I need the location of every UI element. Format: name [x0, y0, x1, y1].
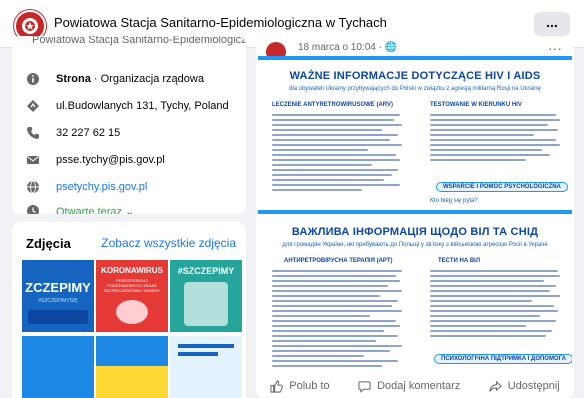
- photo-caption: KORONAWIRUS: [101, 266, 163, 275]
- category-row: Strona · Organizacja rządowa: [26, 70, 204, 88]
- intro-card: Powiatowa Stacja Sanitarno-Epidemiologic…: [12, 36, 246, 214]
- photos-title: Zdjęcia: [26, 236, 71, 251]
- poster-section-heading: ТЕСТИ НА ВІЛ: [438, 258, 481, 264]
- photo-caption: #SZCZEPIMY: [177, 266, 235, 276]
- photo-subcaption: PRZESTRZEGAJ PODSTAWOWYCH ZASAD BEZPIECZ…: [103, 278, 161, 293]
- photo-thumbnail[interactable]: KORONAWIRUS PRZESTRZEGAJ PODSTAWOWYCH ZA…: [96, 260, 168, 332]
- poster-section-ukrainian: ВАЖЛИВА ІНФОРМАЦІЯ ЩОДО ВІЛ ТА СНІД для …: [258, 210, 572, 374]
- phone-row[interactable]: 32 227 62 15: [26, 124, 120, 142]
- post-actions-bar: Polub to Dodaj komentarz Udostępnij: [256, 374, 574, 398]
- see-all-photos-link[interactable]: Zobacz wszystkie zdjęcia: [101, 236, 236, 250]
- more-options-button[interactable]: ...: [534, 12, 570, 36]
- photo-thumbnail[interactable]: [22, 336, 94, 398]
- poster-subtitle-pl: dla obywateli Ukrainy przybywających do …: [289, 86, 541, 92]
- thumbs-up-icon: [270, 379, 284, 393]
- comment-label: Dodaj komentarz: [377, 380, 461, 392]
- poster-section-heading: LECZENIE ANTYRETROWIRUSOWE (ARV): [272, 102, 393, 108]
- photo-thumbnail[interactable]: ZCZEPIMY #SZCZEPIMYSIĘ: [22, 260, 94, 332]
- poster-paragraph: [272, 270, 404, 370]
- info-icon: [26, 72, 40, 86]
- photos-card: Zdjęcia Zobacz wszystkie zdjęcia ZCZEPIM…: [12, 222, 246, 398]
- photo-decoration: [28, 310, 88, 324]
- post-timestamp[interactable]: 18 marca o 10:04 · 🌐: [298, 42, 397, 53]
- emblem-icon: [22, 18, 38, 34]
- website-link[interactable]: psetychy.pis.gov.pl: [56, 181, 147, 193]
- share-label: Udostępnij: [507, 380, 560, 392]
- poster-support-pill: WSPARCIE I POMOC PSYCHOLOGICZNA: [436, 182, 568, 192]
- email-icon: [26, 153, 40, 167]
- photo-thumbnail[interactable]: #SZCZEPIMY: [170, 260, 242, 332]
- phone-text[interactable]: 32 227 62 15: [56, 127, 120, 139]
- poster-title-pl: WAŻNE INFORMACJE DOTYCZĄCE HIV I AIDS: [289, 70, 541, 82]
- category-label: Strona: [56, 73, 91, 85]
- post-options-button[interactable]: ···: [548, 40, 562, 56]
- address-text[interactable]: ul.Budowlanych 131, Tychy, Poland: [56, 100, 229, 112]
- like-button[interactable]: Polub to: [270, 379, 330, 393]
- poster-section-heading: АНТИРЕТРОВІРУСНА ТЕРАПІЯ (АРТ): [284, 258, 393, 264]
- hours-status[interactable]: Otwarte teraz ⌄: [56, 205, 134, 215]
- poster-small-text: Kto bieg się pyta?: [430, 198, 478, 204]
- email-text[interactable]: psse.tychy@pis.gov.pl: [56, 154, 165, 166]
- poster-support-pill: ПСИХОЛОГІЧНА ПІДТРИМКА І ДОПОМОГА: [434, 354, 572, 364]
- photo-thumbnail[interactable]: [96, 336, 168, 398]
- photo-subcaption: #SZCZEPIMYSIĘ: [38, 298, 78, 304]
- globe-icon: [26, 180, 40, 194]
- phone-icon: [26, 126, 40, 140]
- photo-decoration: [178, 344, 234, 348]
- website-row[interactable]: psetychy.pis.gov.pl: [26, 178, 147, 196]
- photo-thumbnail[interactable]: [170, 336, 242, 398]
- poster-subtitle-ua: для громадян України, які прибувають до …: [282, 242, 548, 248]
- poster-paragraph: [272, 114, 404, 194]
- poster-title-ua: ВАЖЛИВА ІНФОРМАЦІЯ ЩОДО ВІЛ ТА СНІД: [291, 226, 539, 238]
- poster-paragraph: [430, 270, 562, 340]
- post-card: 18 marca o 10:04 · 🌐 ··· WAŻNE INFORMACJ…: [256, 36, 574, 398]
- poster-section-polish: WAŻNE INFORMACJE DOTYCZĄCE HIV I AIDS dl…: [258, 56, 572, 210]
- share-icon: [489, 380, 502, 392]
- comment-button[interactable]: Dodaj komentarz: [358, 380, 460, 393]
- like-label: Polub to: [289, 380, 330, 392]
- photo-decoration: [96, 336, 168, 366]
- page-title[interactable]: Powiatowa Stacja Sanitarno-Epidemiologic…: [54, 15, 387, 30]
- poster-paragraph: [430, 114, 562, 164]
- location-pin-icon: [26, 99, 40, 113]
- category-value: · Organizacja rządowa: [90, 73, 204, 85]
- email-row[interactable]: psse.tychy@pis.gov.pl: [26, 151, 165, 169]
- address-row[interactable]: ul.Budowlanych 131, Tychy, Poland: [26, 97, 229, 115]
- hours-row[interactable]: Otwarte teraz ⌄: [26, 202, 134, 214]
- chevron-down-icon: ⌄: [125, 205, 135, 215]
- photo-caption: ZCZEPIMY: [25, 280, 91, 295]
- intro-description: Powiatowa Stacja Sanitarno-Epidemiologic…: [32, 36, 246, 46]
- photo-decoration: [184, 282, 228, 326]
- poster-section-heading: TESTOWANIE W KIERUNKU HIV: [430, 102, 522, 108]
- comment-icon: [358, 380, 371, 393]
- photo-decoration: [178, 352, 218, 356]
- clock-icon: [26, 204, 40, 214]
- post-image[interactable]: WAŻNE INFORMACJE DOTYCZĄCE HIV I AIDS dl…: [258, 56, 572, 374]
- virus-icon: [116, 300, 148, 324]
- share-button[interactable]: Udostępnij: [489, 380, 560, 393]
- hours-text: Otwarte teraz: [56, 205, 123, 215]
